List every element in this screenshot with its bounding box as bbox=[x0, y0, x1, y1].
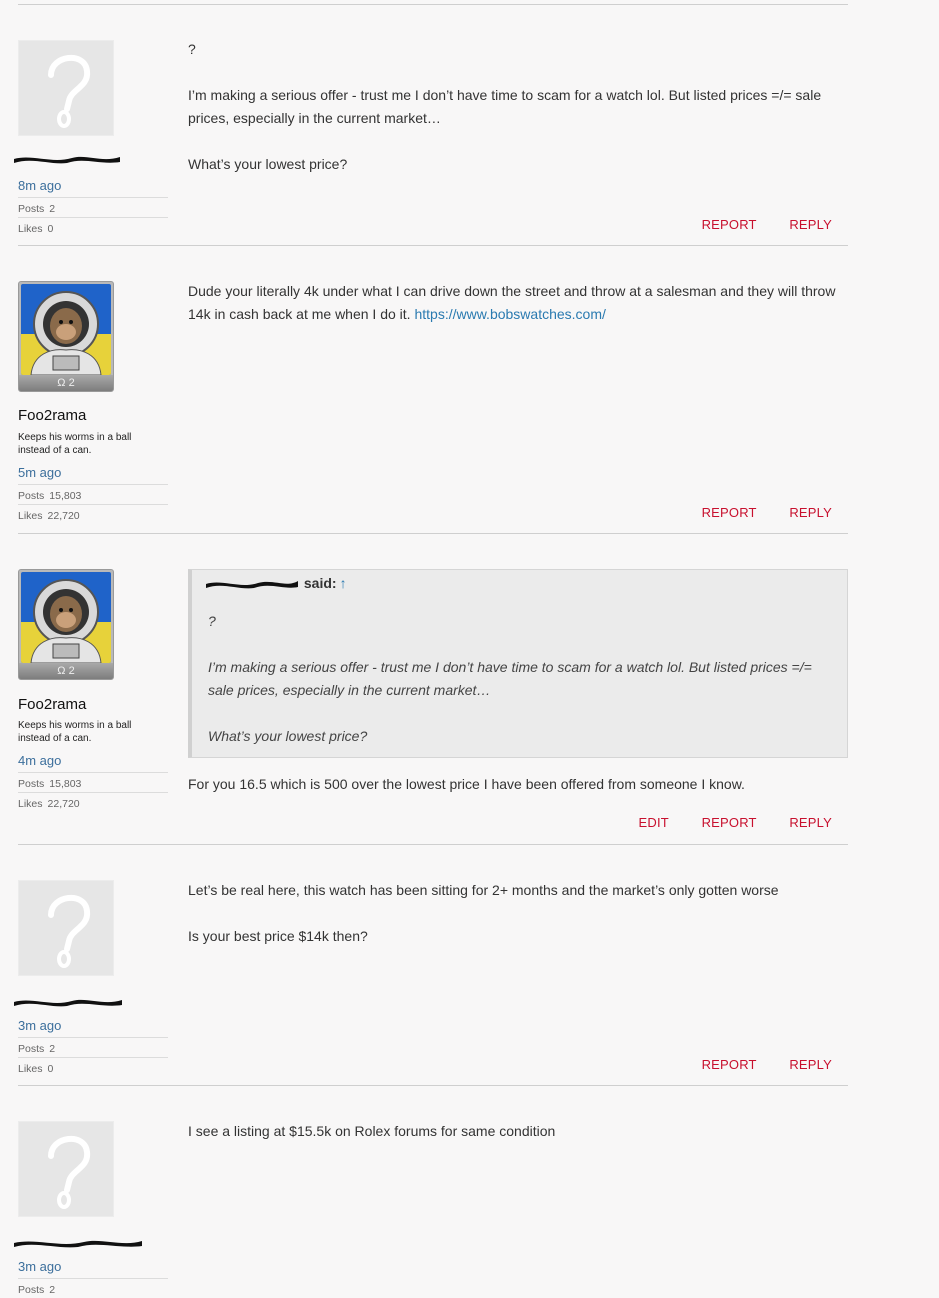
username[interactable]: Foo2rama bbox=[18, 407, 86, 424]
posts-count: Posts 15,803 bbox=[18, 772, 168, 792]
user-title: Keeps his worms in a ball instead of a c… bbox=[18, 432, 132, 456]
post-time[interactable]: 3m ago bbox=[18, 1259, 61, 1274]
redacted-username bbox=[14, 156, 120, 164]
post-time[interactable]: 5m ago bbox=[18, 465, 61, 480]
redacted-username bbox=[206, 581, 298, 589]
post-actions: EDIT REPORT REPLY bbox=[610, 815, 832, 830]
default-avatar-icon[interactable] bbox=[18, 1121, 114, 1217]
report-button[interactable]: REPORT bbox=[702, 815, 757, 830]
post-actions: REPORT REPLY bbox=[673, 505, 832, 520]
edit-button[interactable]: EDIT bbox=[639, 815, 669, 830]
redacted-username bbox=[14, 999, 122, 1007]
quote-block: said: ↑ ? I’m making a serious offer - tr… bbox=[188, 569, 848, 758]
posts-count: Posts 2 bbox=[18, 1037, 168, 1057]
post-actions: REPORT REPLY bbox=[673, 1057, 832, 1072]
report-button[interactable]: REPORT bbox=[702, 1057, 757, 1072]
reply-button[interactable]: REPLY bbox=[789, 505, 832, 520]
username[interactable]: Foo2rama bbox=[18, 696, 86, 713]
quote-jump-arrow-icon[interactable]: ↑ bbox=[340, 575, 347, 591]
post-link[interactable]: https://www.bobswatches.com/ bbox=[414, 306, 605, 322]
post-2: Ω 2 Foo2rama Keeps his worms in a ball i… bbox=[0, 281, 939, 534]
reply-button[interactable]: REPLY bbox=[789, 1057, 832, 1072]
likes-count: Likes 0 bbox=[18, 217, 168, 237]
reply-button[interactable]: REPLY bbox=[789, 815, 832, 830]
quote-text: ? I’m making a serious offer - trust me … bbox=[208, 613, 812, 744]
reply-button[interactable]: REPLY bbox=[789, 217, 832, 232]
post-body: Dude your literally 4k under what I can … bbox=[188, 283, 836, 322]
default-avatar-icon[interactable] bbox=[18, 40, 114, 136]
post-body: Let’s be real here, this watch has been … bbox=[188, 882, 779, 944]
posts-count: Posts 15,803 bbox=[18, 484, 168, 504]
post-body: For you 16.5 which is 500 over the lowes… bbox=[188, 776, 745, 792]
post-divider bbox=[18, 844, 848, 845]
post-divider bbox=[18, 1085, 848, 1086]
likes-count: Likes 0 bbox=[18, 1057, 168, 1077]
post-actions: REPORT REPLY bbox=[673, 217, 832, 232]
user-rank: Ω 2 bbox=[19, 375, 113, 391]
post-body: I see a listing at $15.5k on Rolex forum… bbox=[188, 1123, 556, 1139]
redacted-username bbox=[14, 1240, 142, 1248]
post-time[interactable]: 8m ago bbox=[18, 178, 61, 193]
post-4: 3m ago Posts 2 Likes 0 Let’s be real here,… bbox=[0, 880, 939, 1086]
post-3: Ω 2 Foo2rama Keeps his worms in a ball i… bbox=[0, 569, 939, 845]
likes-count: Likes 22,720 bbox=[18, 504, 168, 524]
post-divider bbox=[18, 533, 848, 534]
report-button[interactable]: REPORT bbox=[702, 217, 757, 232]
astronaut-monkey-avatar[interactable]: Ω 2 bbox=[18, 569, 114, 680]
post-divider bbox=[18, 245, 848, 246]
post-time[interactable]: 4m ago bbox=[18, 753, 61, 768]
likes-count: Likes 22,720 bbox=[18, 792, 168, 812]
post-1: 8m ago Posts 2 Likes 0 ? I’m making a seri… bbox=[0, 40, 939, 246]
post-5: 3m ago Posts 2 I see a listing at $15.5k … bbox=[0, 1121, 939, 1297]
posts-count: Posts 2 bbox=[18, 1278, 168, 1298]
post-time[interactable]: 3m ago bbox=[18, 1018, 61, 1033]
post-body: ? I’m making a serious offer - trust me … bbox=[188, 41, 822, 172]
default-avatar-icon[interactable] bbox=[18, 880, 114, 976]
report-button[interactable]: REPORT bbox=[702, 505, 757, 520]
user-title: Keeps his worms in a ball instead of a c… bbox=[18, 720, 132, 744]
posts-count: Posts 2 bbox=[18, 197, 168, 217]
user-rank: Ω 2 bbox=[19, 663, 113, 679]
quote-header: said: ↑ bbox=[204, 575, 347, 591]
top-divider bbox=[18, 4, 848, 5]
astronaut-monkey-avatar[interactable]: Ω 2 bbox=[18, 281, 114, 392]
